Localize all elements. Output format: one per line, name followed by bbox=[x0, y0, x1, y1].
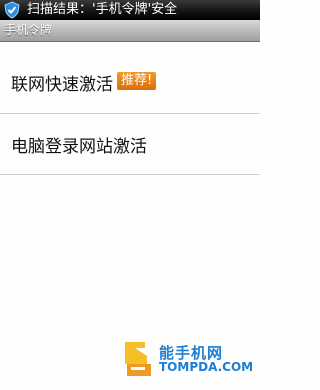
recommended-badge: 推荐! bbox=[117, 71, 157, 90]
activation-menu: 联网快速激活 推荐! 电脑登录网站激活 bbox=[0, 42, 260, 175]
watermark-en: TOMPDA.COM bbox=[159, 360, 254, 374]
menu-item-label: 电脑登录网站激活 bbox=[11, 136, 147, 157]
menu-item-online-activation[interactable]: 联网快速激活 推荐! bbox=[0, 52, 260, 114]
watermark: 能手机网 TOMPDA.COM bbox=[121, 338, 254, 378]
status-bar: 扫描结果：'手机令牌'安全 bbox=[0, 0, 260, 20]
menu-item-label: 联网快速激活 bbox=[11, 75, 113, 95]
app-title-bar: 手机令牌 bbox=[0, 20, 260, 42]
zhi-logo-icon bbox=[121, 338, 155, 378]
status-text: 扫描结果：'手机令牌'安全 bbox=[27, 2, 178, 17]
app-title: 手机令牌 bbox=[4, 23, 53, 37]
menu-item-pc-activation[interactable]: 电脑登录网站激活 bbox=[0, 114, 260, 175]
shield-check-icon bbox=[3, 1, 21, 19]
